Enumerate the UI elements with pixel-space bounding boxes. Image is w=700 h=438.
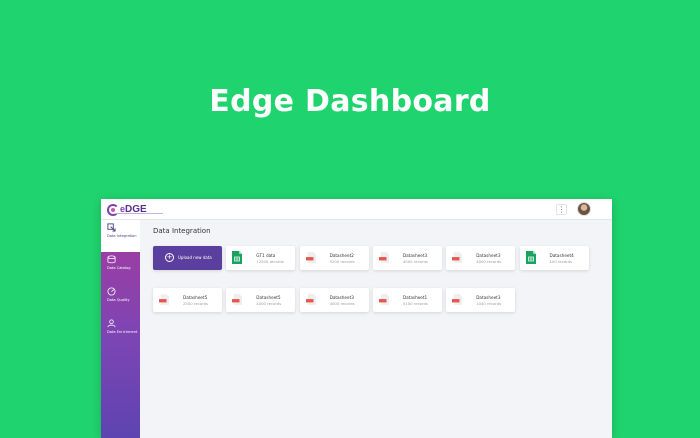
- dataset-name: Datasheet3: [476, 295, 501, 300]
- dataset-card[interactable]: Datasheet3 4000 records: [372, 246, 442, 270]
- dataset-name: Datasheet1: [402, 295, 428, 300]
- sidebar-item-label: Data Catalog: [107, 266, 131, 270]
- top-bar: eDGE ⋮: [101, 199, 612, 220]
- enrichment-icon: [107, 319, 116, 328]
- dataset-name: Datasheet3: [476, 253, 501, 258]
- user-avatar[interactable]: [577, 202, 591, 216]
- csv-file-icon: [378, 252, 389, 263]
- record-count: 1040 records: [476, 301, 502, 306]
- sidebar: Data Integration Data Catalog Data Quali…: [101, 220, 140, 438]
- page-title: Data Integration: [153, 227, 211, 235]
- csv-file-icon: [452, 252, 463, 263]
- dataset-card[interactable]: Datasheet4 100 records: [519, 246, 589, 270]
- record-count: 100 records: [549, 259, 573, 264]
- csv-file-icon: [305, 252, 316, 263]
- csv-file-icon: [305, 294, 316, 305]
- dataset-name: Datasheet5: [183, 295, 208, 300]
- dataset-card[interactable]: GT1 data 12500 records: [226, 246, 296, 270]
- dataset-card[interactable]: Datasheet2 3200 records: [299, 246, 369, 270]
- spreadsheet-file-icon: [232, 251, 243, 264]
- data-integration-icon: [107, 223, 116, 232]
- sidebar-item-data-quality[interactable]: Data Quality: [101, 284, 140, 316]
- plus-circle-icon: +: [165, 253, 174, 262]
- record-count: 4000 records: [476, 259, 502, 264]
- sidebar-item-label: Data Enrichment: [107, 330, 138, 334]
- dataset-card[interactable]: Datasheet3 4000 records: [446, 246, 516, 270]
- dataset-name: Datasheet3: [329, 295, 354, 300]
- dataset-card[interactable]: Datasheet1 5100 records: [372, 288, 442, 312]
- csv-file-icon: [159, 294, 169, 305]
- csv-file-icon: [232, 294, 243, 305]
- app-window: eDGE ⋮ Data Integration Data Catalog Dat…: [101, 199, 612, 438]
- sidebar-item-data-catalog[interactable]: Data Catalog: [101, 252, 140, 284]
- dataset-card[interactable]: Datasheet3 4000 records: [299, 288, 369, 312]
- dataset-name: Datasheet4: [549, 253, 574, 258]
- record-count: 12500 records: [256, 259, 284, 264]
- hero-title: Edge Dashboard: [209, 84, 491, 119]
- sidebar-item-label: Data Integration: [107, 234, 137, 238]
- csv-file-icon: [378, 294, 389, 305]
- spreadsheet-file-icon: [525, 251, 536, 264]
- record-count: 4000 records: [256, 301, 282, 306]
- more-options-icon[interactable]: ⋮: [556, 204, 567, 215]
- record-count: 3200 records: [329, 259, 355, 264]
- dataset-name: Datasheet3: [402, 253, 428, 258]
- main-content: Data Integration + Upload new data GT1 d…: [140, 220, 612, 438]
- dataset-name: Datasheet5: [256, 295, 281, 300]
- dataset-card[interactable]: Datasheet5 2500 records: [153, 288, 222, 312]
- edge-logo[interactable]: eDGE: [107, 202, 147, 217]
- dataset-card[interactable]: Datasheet5 4000 records: [226, 288, 296, 312]
- dataset-name: Datasheet2: [329, 253, 354, 258]
- record-count: 2500 records: [183, 301, 208, 306]
- upload-new-data-button[interactable]: + Upload new data: [153, 246, 222, 270]
- dataset-card[interactable]: Datasheet3 1040 records: [446, 288, 516, 312]
- logo-underline: [115, 213, 163, 214]
- sidebar-item-data-enrichment[interactable]: Data Enrichment: [101, 316, 140, 348]
- catalog-icon: [107, 255, 116, 264]
- csv-file-icon: [452, 294, 463, 305]
- record-count: 4000 records: [329, 301, 355, 306]
- quality-gauge-icon: [107, 287, 116, 296]
- record-count: 4000 records: [402, 259, 428, 264]
- dataset-name: GT1 data: [256, 253, 276, 258]
- sidebar-item-label: Data Quality: [107, 298, 130, 302]
- sidebar-item-data-integration[interactable]: Data Integration: [101, 220, 140, 252]
- record-count: 5100 records: [402, 301, 428, 306]
- upload-label: Upload new data: [178, 255, 212, 260]
